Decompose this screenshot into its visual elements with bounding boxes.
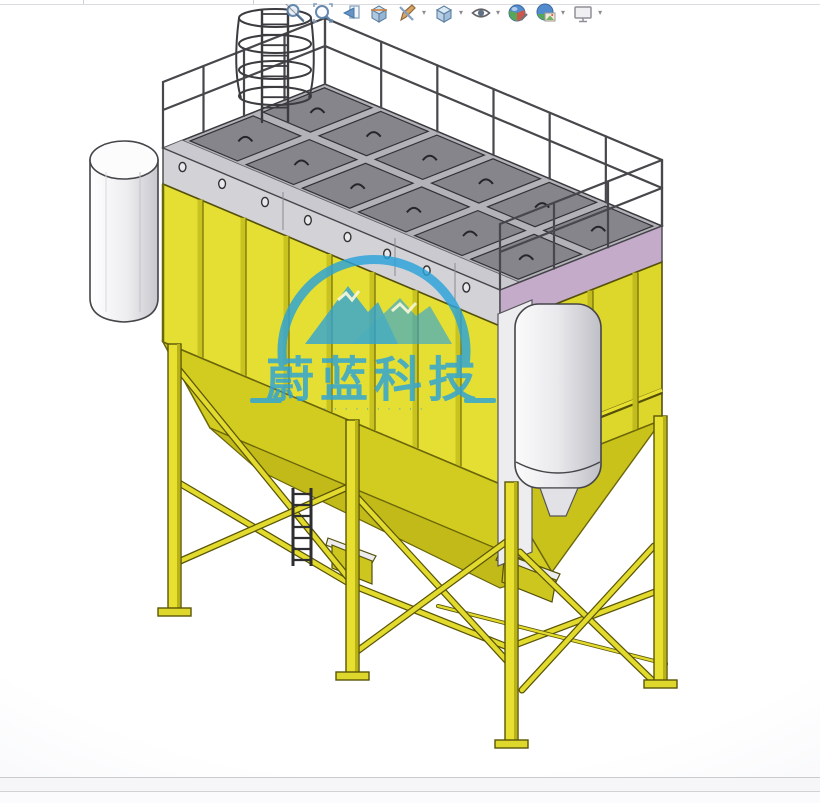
zoom-to-fit-icon[interactable]: [284, 2, 306, 24]
dropdown-caret[interactable]: ▾: [459, 9, 463, 17]
previous-view-icon[interactable]: [340, 2, 362, 24]
dropdown-caret[interactable]: ▾: [422, 9, 426, 17]
status-bar: [0, 791, 820, 803]
graphics-viewport[interactable]: 蔚蓝科技 · · · · · · · · · ·: [0, 0, 820, 803]
heads-up-view-toolbar: ▾ ▾ ▾ ▾: [284, 2, 609, 24]
watermark-dash: [250, 398, 282, 403]
display-style-icon[interactable]: [433, 2, 455, 24]
view-settings-icon[interactable]: [572, 2, 594, 24]
model-canvas[interactable]: 蔚蓝科技 · · · · · · · · · ·: [0, 0, 820, 803]
horizontal-scrollbar[interactable]: [0, 778, 820, 791]
toolbar-divider: [253, 0, 254, 4]
annotation-tools-icon[interactable]: [396, 2, 418, 24]
hide-show-items-icon[interactable]: [470, 2, 492, 24]
dropdown-caret[interactable]: ▾: [561, 9, 565, 17]
zoom-to-area-icon[interactable]: [312, 2, 334, 24]
watermark-dash: [464, 398, 496, 403]
air-tank-left[interactable]: [90, 141, 158, 322]
watermark-brand-text: 蔚蓝科技: [266, 352, 482, 408]
dropdown-caret[interactable]: ▾: [496, 9, 500, 17]
section-view-icon[interactable]: [368, 2, 390, 24]
apply-scene-icon[interactable]: [535, 2, 557, 24]
watermark-url-dots: · · · · · · · · · ·: [323, 403, 425, 415]
dropdown-caret[interactable]: ▾: [598, 9, 602, 17]
edit-appearance-icon[interactable]: [507, 2, 529, 24]
toolbar-divider: [83, 0, 84, 4]
